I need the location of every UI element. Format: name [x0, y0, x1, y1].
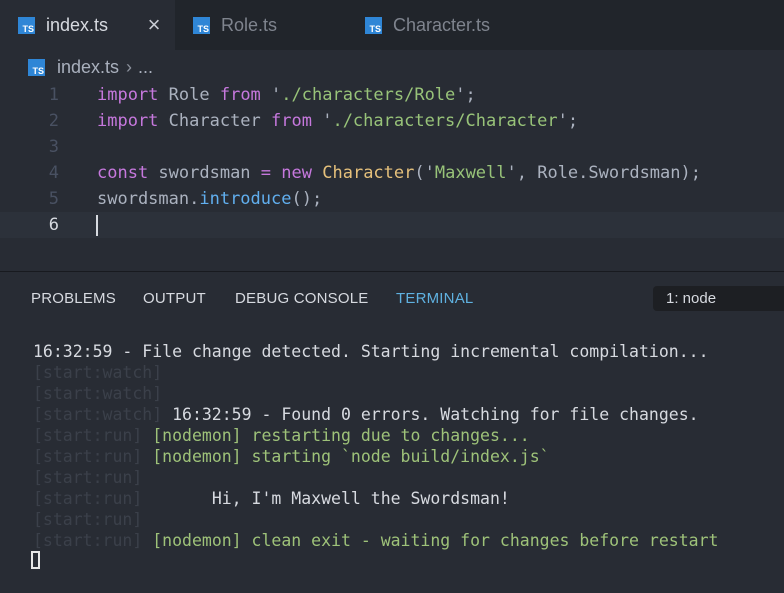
chevron-right-icon: › [126, 56, 133, 77]
tab-debug-console[interactable]: DEBUG CONSOLE [235, 290, 368, 307]
code-token: new [281, 163, 312, 183]
code-text: import Role from './characters/Role'; [97, 82, 476, 108]
code-text: swordsman.introduce(); [97, 186, 322, 212]
code-token: ./characters/Role [281, 85, 456, 105]
code-text: import Character from './characters/Char… [97, 108, 578, 134]
editor-tab-bar: index.ts × Role.ts Character.ts [0, 0, 784, 50]
code-token: Character [158, 111, 272, 131]
code-line[interactable]: 1 import Role from './characters/Role'; [0, 82, 784, 108]
terminal-output[interactable]: 16:32:59 - File change detected. Startin… [0, 334, 784, 593]
code-token: const [97, 163, 149, 183]
tab-label: index.ts [46, 14, 109, 35]
line-number: 6 [48, 215, 59, 235]
typescript-file-icon [28, 58, 45, 76]
terminal-text: [start:run] [33, 468, 143, 487]
terminal-text: [start:watch] [33, 405, 163, 424]
code-token: ./characters/Character [332, 111, 558, 131]
line-number: 4 [48, 163, 59, 183]
typescript-file-icon [193, 16, 210, 34]
code-token: ' [260, 85, 282, 105]
terminal-text: Hi, I'm Maxwell the Swordsman! [142, 489, 510, 508]
panel-tab-bar: PROBLEMS OUTPUT DEBUG CONSOLE TERMINAL 1… [0, 272, 784, 324]
code-token: import [97, 111, 159, 131]
terminal-text: [nodemon] clean exit - waiting for chang… [142, 531, 719, 550]
typescript-file-icon [365, 16, 382, 34]
code-token: Character [322, 163, 415, 183]
code-token: '; [557, 111, 579, 131]
code-line[interactable]: 6 [0, 212, 784, 238]
terminal-text: [nodemon] restarting due to changes... [142, 426, 530, 445]
vscode-window: index.ts × Role.ts Character.ts index.ts… [0, 0, 784, 593]
terminal-line: [start:run] [33, 467, 142, 488]
code-token: swordsman. [97, 189, 200, 209]
text-cursor [96, 215, 98, 236]
code-token: (' [414, 163, 435, 183]
code-line[interactable]: 3 [0, 134, 784, 160]
code-text: const swordsman = new Character('Maxwell… [97, 160, 701, 186]
terminal-text: [start:run] [33, 489, 143, 508]
code-token: = [260, 163, 272, 183]
code-line[interactable]: 4 const swordsman = new Character('Maxwel… [0, 160, 784, 186]
code-token: (); [291, 189, 323, 209]
terminal-select[interactable]: 1: node [653, 286, 784, 311]
code-token: swordsman [148, 163, 261, 183]
tab-output[interactable]: OUTPUT [143, 290, 206, 307]
code-token: '; [455, 85, 476, 105]
code-token: from [271, 111, 312, 131]
code-token: ', Role.Swordsman); [506, 163, 701, 183]
code-token: introduce [199, 189, 292, 209]
terminal-text: [start:watch] [33, 363, 163, 382]
terminal-text: [start:run] [33, 531, 143, 550]
terminal-line: [start:run] [nodemon] clean exit - waiti… [33, 530, 718, 551]
code-token: ' [311, 111, 333, 131]
code-token: Role [158, 85, 220, 105]
terminal-text: [start:run] [33, 426, 143, 445]
terminal-line: [start:watch] 16:32:59 - Found 0 errors.… [33, 404, 699, 425]
terminal-line: [start:run] [33, 509, 142, 530]
terminal-line: [start:run] Hi, I'm Maxwell the Swordsma… [33, 488, 510, 509]
code-token: Maxwell [434, 163, 507, 183]
code-line[interactable]: 5 swordsman.introduce(); [0, 186, 784, 212]
line-number: 2 [48, 111, 59, 131]
terminal-cursor [31, 551, 40, 569]
terminal-text: [nodemon] starting `node build/index.js` [142, 447, 550, 466]
tab-terminal[interactable]: TERMINAL [396, 290, 473, 307]
terminal-line: [start:run] [nodemon] restarting due to … [33, 425, 530, 446]
tab-label: Character.ts [393, 14, 491, 35]
terminal-text: 16:32:59 - File change detected. Startin… [33, 342, 709, 361]
terminal-line: [start:watch] [33, 362, 162, 383]
close-icon[interactable]: × [145, 14, 163, 36]
terminal-line: 16:32:59 - File change detected. Startin… [33, 341, 709, 362]
breadcrumb-file[interactable]: index.ts [57, 57, 119, 78]
terminal-line: [start:run] [nodemon] starting `node bui… [33, 446, 550, 467]
tab-problems[interactable]: PROBLEMS [31, 290, 116, 307]
code-token: from [219, 85, 261, 105]
line-number: 3 [48, 137, 59, 157]
tab-index-ts[interactable]: index.ts × [0, 0, 175, 50]
terminal-text: [start:watch] [33, 384, 163, 403]
code-line[interactable]: 2 import Character from './characters/Cha… [0, 108, 784, 134]
tab-role-ts[interactable]: Role.ts [175, 0, 347, 50]
code-token: import [97, 85, 159, 105]
terminal-text: [start:run] [33, 447, 143, 466]
tab-character-ts[interactable]: Character.ts [347, 0, 547, 50]
terminal-text: [start:run] [33, 510, 143, 529]
terminal-line: [start:watch] [33, 383, 162, 404]
line-number: 1 [48, 85, 59, 105]
code-editor[interactable]: 1 import Role from './characters/Role'; 2 i… [0, 82, 784, 272]
breadcrumb-more[interactable]: ... [138, 57, 153, 78]
breadcrumb: index.ts › ... [28, 55, 153, 79]
tab-label: Role.ts [221, 14, 278, 35]
typescript-file-icon [18, 16, 35, 34]
terminal-text: 16:32:59 - Found 0 errors. Watching for … [162, 405, 699, 424]
line-number: 5 [48, 189, 59, 209]
